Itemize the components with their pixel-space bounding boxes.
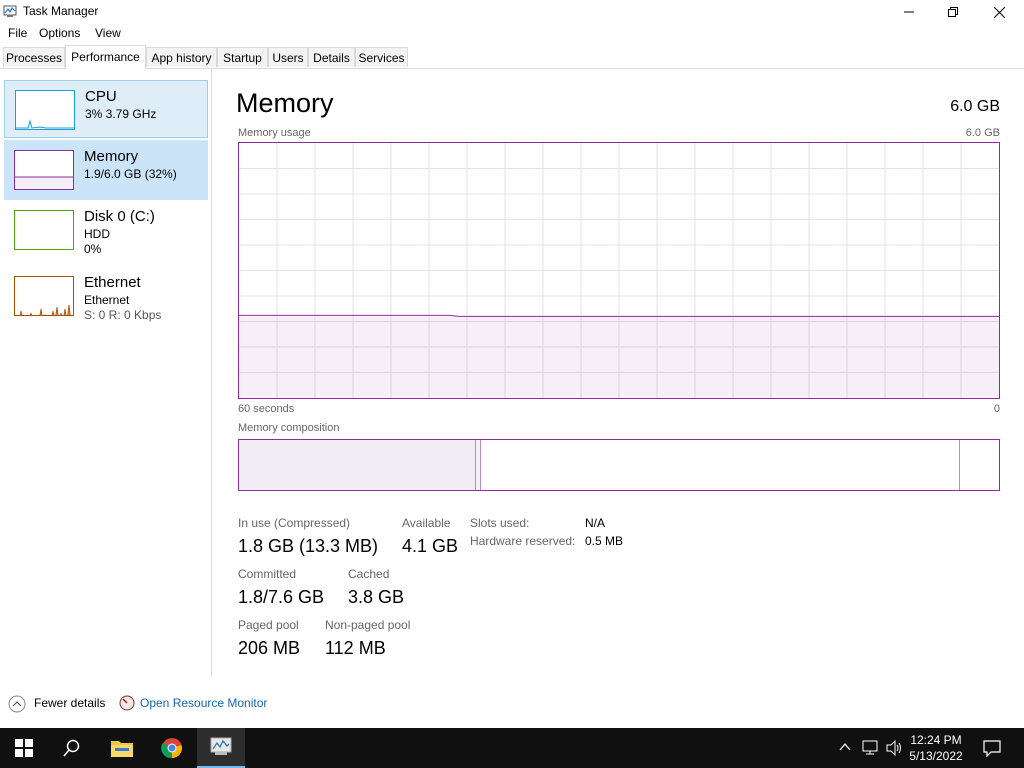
- menu-bar: File Options View: [0, 24, 1024, 44]
- sidebar-disk-type: HDD: [84, 227, 110, 241]
- committed-value: 1.8/7.6 GB: [238, 587, 325, 607]
- tab-app-history[interactable]: App history: [146, 47, 217, 67]
- restore-button[interactable]: [930, 0, 976, 24]
- open-resource-monitor-link[interactable]: Open Resource Monitor: [140, 696, 267, 710]
- volume-icon[interactable]: [886, 740, 904, 756]
- slots-used-label: Slots used:: [470, 516, 530, 530]
- time-axis-start: 60 seconds: [238, 403, 295, 415]
- available-label: Available: [402, 516, 451, 530]
- sidebar-item-memory[interactable]: Memory 1.9/6.0 GB (32%): [4, 140, 208, 200]
- in-use-value: 1.8 GB (13.3 MB): [238, 536, 379, 556]
- tab-strip: Processes Performance App history Startu…: [0, 45, 1024, 69]
- notifications-icon[interactable]: [983, 739, 1001, 757]
- usage-area: [239, 316, 999, 398]
- windows-logo-icon: [15, 739, 33, 757]
- sidebar-cpu-usage: 3% 3.79 GHz: [85, 107, 157, 121]
- in-use-label: In use (Compressed): [238, 516, 351, 530]
- paged-pool-label: Paged pool: [238, 618, 299, 632]
- close-icon: [993, 6, 1005, 18]
- clock-date: 5/13/2022: [909, 749, 963, 763]
- page-title: Memory: [236, 88, 334, 118]
- task-manager-icon: [3, 5, 17, 17]
- window-title: Task Manager: [23, 4, 99, 18]
- disk-thumbnail-graph: [14, 210, 74, 250]
- sidebar-cpu-name: CPU: [85, 88, 117, 105]
- tab-performance[interactable]: Performance: [65, 45, 146, 69]
- committed-label: Committed: [238, 567, 297, 581]
- composition-divider: [959, 440, 960, 490]
- composition-in-use: [239, 440, 476, 490]
- sidebar-item-disk[interactable]: Disk 0 (C:) HDD 0%: [4, 202, 208, 262]
- tab-details[interactable]: Details: [308, 47, 355, 67]
- performance-sidebar: CPU 3% 3.79 GHz Memory 1.9/6.0 GB (32%) …: [0, 68, 212, 676]
- hardware-reserved-label: Hardware reserved:: [470, 534, 576, 548]
- resource-monitor-icon: [119, 695, 135, 711]
- footer-bar: Fewer details Open Resource Monitor: [0, 688, 1024, 718]
- folder-icon: [111, 741, 133, 757]
- task-manager-taskbar-button[interactable]: [197, 728, 245, 768]
- sidebar-disk-name: Disk 0 (C:): [84, 208, 155, 225]
- paged-pool-value: 206 MB: [238, 638, 301, 658]
- start-button[interactable]: [0, 728, 48, 768]
- available-value: 4.1 GB: [402, 536, 459, 556]
- memory-usage-plot: [239, 143, 999, 398]
- close-button[interactable]: [976, 0, 1022, 24]
- memory-usage-max: 6.0 GB: [965, 127, 1000, 139]
- chevron-up-circle-icon[interactable]: [8, 695, 26, 713]
- ethernet-thumbnail-graph: [14, 276, 74, 316]
- minimize-icon: [904, 11, 914, 13]
- memory-usage-graph: [238, 142, 1000, 399]
- cached-value: 3.8 GB: [348, 587, 405, 607]
- clock-time: 12:24 PM: [910, 733, 962, 747]
- chrome-icon: [161, 738, 182, 759]
- tab-processes[interactable]: Processes: [3, 47, 65, 67]
- search-icon: [63, 739, 80, 757]
- sidebar-ethernet-throughput: S: 0 R: 0 Kbps: [84, 308, 162, 322]
- tab-services[interactable]: Services: [355, 47, 408, 67]
- sidebar-memory-usage: 1.9/6.0 GB (32%): [84, 167, 177, 181]
- menu-options[interactable]: Options: [39, 26, 80, 40]
- search-button[interactable]: [48, 728, 96, 768]
- non-paged-pool-label: Non-paged pool: [325, 618, 411, 632]
- sidebar-ethernet-name: Ethernet: [84, 274, 141, 291]
- sidebar-item-cpu[interactable]: CPU 3% 3.79 GHz: [4, 80, 208, 138]
- memory-composition-label: Memory composition: [238, 422, 340, 434]
- restore-icon: [948, 7, 958, 17]
- non-paged-pool-value: 112 MB: [325, 638, 386, 658]
- file-explorer-button[interactable]: [98, 728, 146, 768]
- memory-total: 6.0 GB: [950, 98, 1000, 115]
- slots-used-value: N/A: [585, 516, 606, 530]
- menu-file[interactable]: File: [8, 26, 27, 40]
- sidebar-item-ethernet[interactable]: Ethernet Ethernet S: 0 R: 0 Kbps: [4, 268, 208, 328]
- tab-startup[interactable]: Startup: [217, 47, 268, 67]
- network-icon[interactable]: [862, 740, 880, 756]
- composition-modified: [476, 440, 481, 490]
- sidebar-disk-usage: 0%: [84, 242, 102, 256]
- title-bar: Task Manager: [0, 0, 1024, 24]
- taskbar-clock[interactable]: 12:24 PM 5/13/2022: [906, 732, 966, 764]
- taskbar: 12:24 PM 5/13/2022: [0, 728, 1024, 768]
- memory-composition-bar: [238, 439, 1000, 491]
- memory-thumbnail-graph: [14, 150, 74, 190]
- menu-view[interactable]: View: [95, 26, 121, 40]
- memory-usage-label: Memory usage: [238, 127, 311, 139]
- chrome-button[interactable]: [148, 728, 196, 768]
- hardware-reserved-value: 0.5 MB: [585, 534, 624, 548]
- fewer-details-link[interactable]: Fewer details: [34, 696, 105, 710]
- task-manager-icon: [210, 737, 232, 755]
- sidebar-ethernet-adapter: Ethernet: [84, 293, 130, 307]
- tab-users[interactable]: Users: [268, 47, 308, 67]
- cached-label: Cached: [348, 567, 390, 581]
- cpu-thumbnail-graph: [15, 90, 75, 130]
- time-axis-end: 0: [993, 403, 1000, 415]
- sidebar-memory-name: Memory: [84, 148, 139, 165]
- minimize-button[interactable]: [886, 0, 932, 24]
- chevron-up-icon[interactable]: [839, 742, 851, 752]
